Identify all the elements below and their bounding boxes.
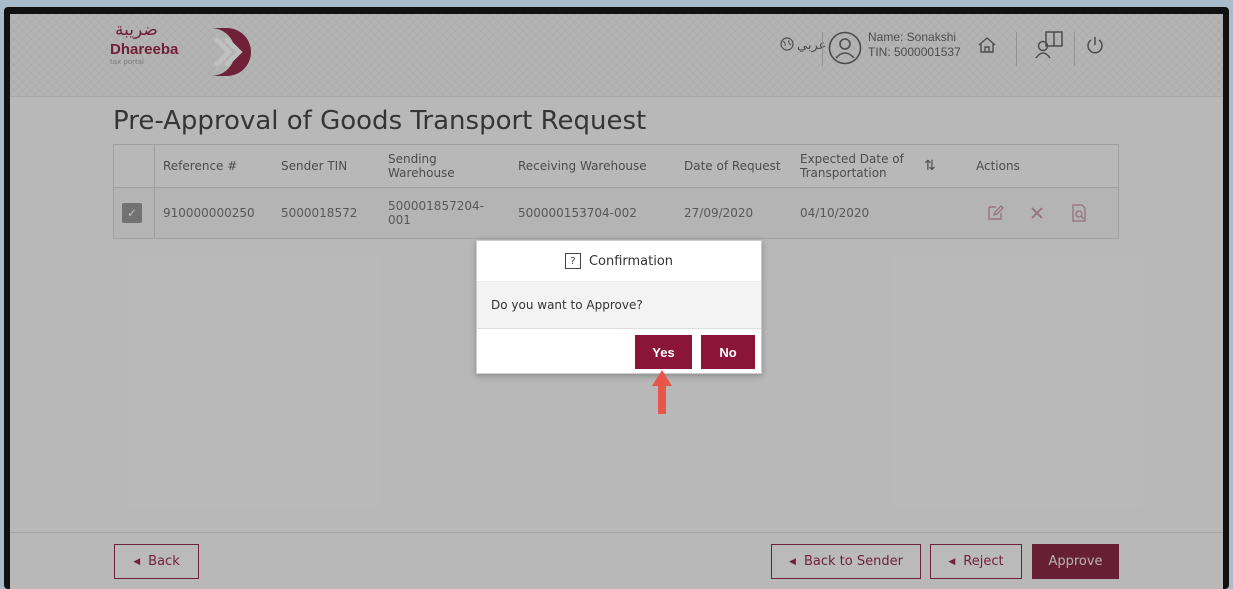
dialog-message: Do you want to Approve? bbox=[477, 282, 761, 329]
dialog-title: Confirmation bbox=[588, 253, 674, 269]
yes-button[interactable]: Yes bbox=[635, 335, 692, 369]
no-button[interactable]: No bbox=[701, 335, 755, 369]
annotation-arrow-up-icon bbox=[652, 370, 672, 414]
dialog-header: ? Confirmation bbox=[477, 241, 761, 282]
app-window: ضريبة Dhareeba tax portal عربي Name: Son… bbox=[10, 14, 1223, 589]
dialog-footer: Yes No bbox=[477, 329, 761, 373]
confirmation-dialog: ? Confirmation Do you want to Approve? Y… bbox=[476, 240, 762, 374]
question-icon: ? bbox=[564, 253, 581, 269]
